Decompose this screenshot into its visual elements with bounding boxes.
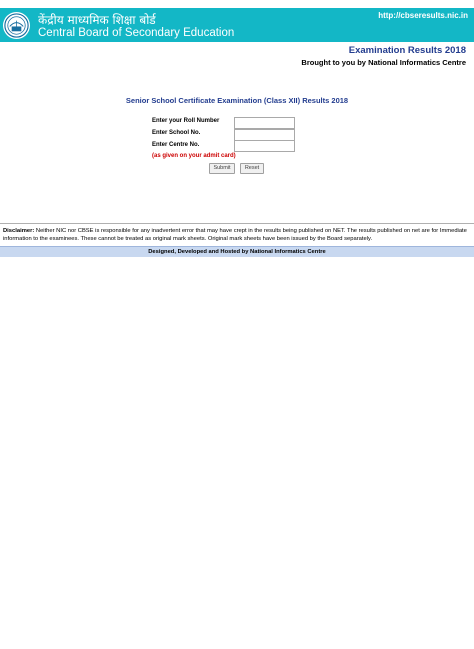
centre-number-label: Enter Centre No. [152, 142, 200, 148]
roll-number-label: Enter your Roll Number [152, 118, 220, 124]
header-bar: केंद्रीय माध्यमिक शिक्षा बोर्ड Central B… [0, 8, 474, 42]
footer-credits: Designed, Developed and Hosted by Nation… [0, 246, 474, 257]
centre-number-input[interactable] [234, 140, 295, 152]
reset-button[interactable]: Reset [240, 163, 264, 174]
submit-button[interactable]: Submit [209, 163, 235, 174]
disclaimer-text: Disclaimer: Neither NIC nor CBSE is resp… [3, 227, 471, 243]
board-name-hindi: केंद्रीय माध्यमिक शिक्षा बोर्ड [38, 13, 156, 27]
disclaimer-heading: Disclaimer: [3, 228, 35, 234]
admit-card-note: (as given on your admit card) [152, 153, 236, 159]
cbse-emblem-icon [2, 11, 31, 40]
disclaimer-body: Neither NIC nor CBSE is responsible for … [3, 228, 467, 242]
divider [0, 223, 474, 224]
site-url-link[interactable]: http://cbseresults.nic.in [378, 11, 468, 20]
roll-number-input[interactable] [234, 117, 295, 129]
board-name-english: Central Board of Secondary Education [38, 27, 235, 39]
form-title: Senior School Certificate Examination (C… [125, 96, 349, 105]
brought-by-text: Brought to you by National Informatics C… [301, 58, 466, 67]
exam-results-heading: Examination Results 2018 [348, 45, 466, 56]
school-number-label: Enter School No. [152, 130, 201, 136]
